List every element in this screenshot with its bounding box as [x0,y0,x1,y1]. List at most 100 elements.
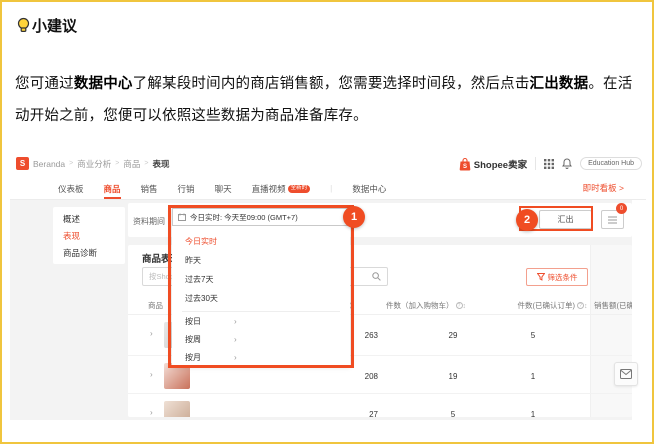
option-yesterday[interactable]: 昨天 [172,253,350,269]
col-confirmed[interactable]: 件数(已确认订单) ?↕ [500,300,605,311]
option-today-realtime[interactable]: 今日实时 [172,234,350,250]
expand-row-icon[interactable]: › [150,370,153,379]
export-button[interactable]: 汇出 [539,210,592,229]
visitors-value: 27 [318,410,378,417]
tab-data-center[interactable]: 数据中心 [352,177,386,199]
expand-row-icon[interactable]: › [150,408,153,417]
breadcrumb-performance: 表现 [152,158,169,170]
chevron-right-icon: › [234,332,237,348]
seller-topbar: S Beranda > 商业分析 > 商品 > 表现 S Shopee卖家 [10,150,646,177]
funnel-icon [537,273,545,281]
sort-icon[interactable]: ↕ [352,303,356,310]
col-product: 商品 [148,300,163,311]
tab-products[interactable]: 商品 [104,177,121,199]
breadcrumb-separator: > [144,160,148,167]
confirmed-value: 1 [493,372,573,381]
breadcrumb-business-insights[interactable]: 商业分析 [77,158,111,170]
lightbulb-icon [16,17,31,34]
tab-sales[interactable]: 销售 [141,177,158,199]
confirmed-value: 5 [493,331,573,340]
add-to-cart-value: 29 [413,331,493,340]
chat-widget-button[interactable] [614,362,638,386]
date-range-value: 今日实时: 今天至09:00 (GMT+7) [190,212,298,223]
product-thumbnail [164,363,190,389]
tip-bold-data-center: 数据中心 [74,76,133,92]
tab-marketing[interactable]: 行销 [178,177,195,199]
breadcrumb: S Beranda > 商业分析 > 商品 > 表现 [16,157,169,170]
sidebar-item-overview[interactable]: 概述 [53,211,125,228]
product-thumbnail [164,401,190,417]
divider [535,157,536,170]
dropdown-divider [182,311,340,312]
tip-text-segment: 您可通过 [15,76,74,92]
calendar-icon [178,213,186,221]
option-by-month[interactable]: 按月 › [172,350,350,366]
tip-text-segment: 了解某段时间内的商店销售额，您需要选择时间段，然后点击 [133,76,530,92]
chevron-right-icon: › [234,314,237,330]
breadcrumb-home[interactable]: Beranda [33,159,65,169]
chevron-right-icon: › [234,350,237,366]
filter-button-label: 筛选条件 [548,272,578,283]
svg-text:S: S [463,164,467,170]
shopee-logo-icon: S [16,157,29,170]
nav-tabs: 仪表板 商品 销售 行销 聊天 直播视频 全新的 | 数据中心 [58,177,386,199]
breadcrumb-separator: > [69,160,73,167]
tip-title: 小建议 [16,15,77,36]
option-by-week-label: 按周 [185,335,201,344]
tip-paragraph: 您可通过数据中心了解某段时间内的商店销售额，您需要选择时间段，然后点击汇出数据。… [15,68,643,132]
date-range-input[interactable]: 今日实时: 今天至09:00 (GMT+7) [172,208,350,226]
filter-button[interactable]: 筛选条件 [526,268,588,286]
add-to-cart-value: 5 [413,410,493,417]
export-count-badge: 0 [616,203,627,214]
expand-row-icon[interactable]: › [150,329,153,338]
option-past-30-days[interactable]: 过去30天 [172,291,350,307]
education-hub-button[interactable]: Education Hub [580,157,642,170]
sidebar-item-diagnosis[interactable]: 商品诊断 [53,245,125,262]
breadcrumb-separator: > [115,160,119,167]
option-by-week[interactable]: 按周 › [172,332,350,348]
option-by-day-label: 按日 [185,317,201,326]
info-icon: ? [577,302,584,309]
option-past-7-days[interactable]: 过去7天 [172,272,350,288]
annotation-step-2: 2 [516,209,538,231]
col-confirmed-label: 件数(已确认订单) [517,301,575,310]
shopee-bag-icon: S [459,157,471,171]
menu-lines-icon [608,216,617,224]
confirmed-value: 1 [493,410,573,417]
search-icon[interactable] [372,272,381,281]
analytics-sidebar: 概述 表现 商品诊断 [53,207,125,264]
option-by-day[interactable]: 按日 › [172,314,350,330]
tip-title-text: 小建议 [32,15,77,36]
apps-grid-icon[interactable] [544,159,554,169]
sort-icon[interactable]: ↕ [463,303,467,310]
tab-livestream-label: 直播视频 [252,183,286,195]
annotation-step-1: 1 [343,206,365,228]
tab-chat[interactable]: 聊天 [215,177,232,199]
seller-center-screenshot: S Beranda > 商业分析 > 商品 > 表现 S Shopee卖家 [10,150,646,420]
option-by-month-label: 按月 [185,353,201,362]
period-label: 资料期间 [133,216,165,227]
visitors-value: 208 [318,372,378,381]
sort-icon[interactable]: ↕ [584,303,588,310]
breadcrumb-products[interactable]: 商品 [123,158,140,170]
col-add-to-cart-label: 件数（加入购物车） [386,301,454,310]
date-range-dropdown: 今日实时: 今天至09:00 (GMT+7) 今日实时 昨天 过去7天 过去30… [172,208,350,365]
shopee-seller-brand: S Shopee卖家 [459,157,527,171]
brand-text: Shopee卖家 [474,157,527,171]
seller-navbar: 仪表板 商品 销售 行销 聊天 直播视频 全新的 | 数据中心 即时看板 > [10,177,646,200]
envelope-icon [620,369,632,379]
col-add-to-cart[interactable]: 件数（加入购物车） ?↕ [371,300,481,311]
tab-divider: | [330,183,332,193]
info-icon: ? [456,302,463,309]
tab-livestream[interactable]: 直播视频 全新的 [252,177,311,199]
new-badge: 全新的 [288,185,311,193]
tip-page: 小建议 您可通过数据中心了解某段时间内的商店销售额，您需要选择时间段，然后点击汇… [0,0,654,444]
sidebar-item-performance[interactable]: 表现 [53,228,125,245]
notification-bell-icon[interactable] [562,158,572,169]
table-row[interactable]: › 27 5 1 [128,393,632,417]
tab-dashboard[interactable]: 仪表板 [58,177,84,199]
col-sales: 销售额(已确认订单) [594,300,632,311]
tip-bold-export-data: 汇出数据 [530,76,589,92]
add-to-cart-value: 19 [413,372,493,381]
realtime-dashboard-link[interactable]: 即时看板 > [583,182,624,194]
